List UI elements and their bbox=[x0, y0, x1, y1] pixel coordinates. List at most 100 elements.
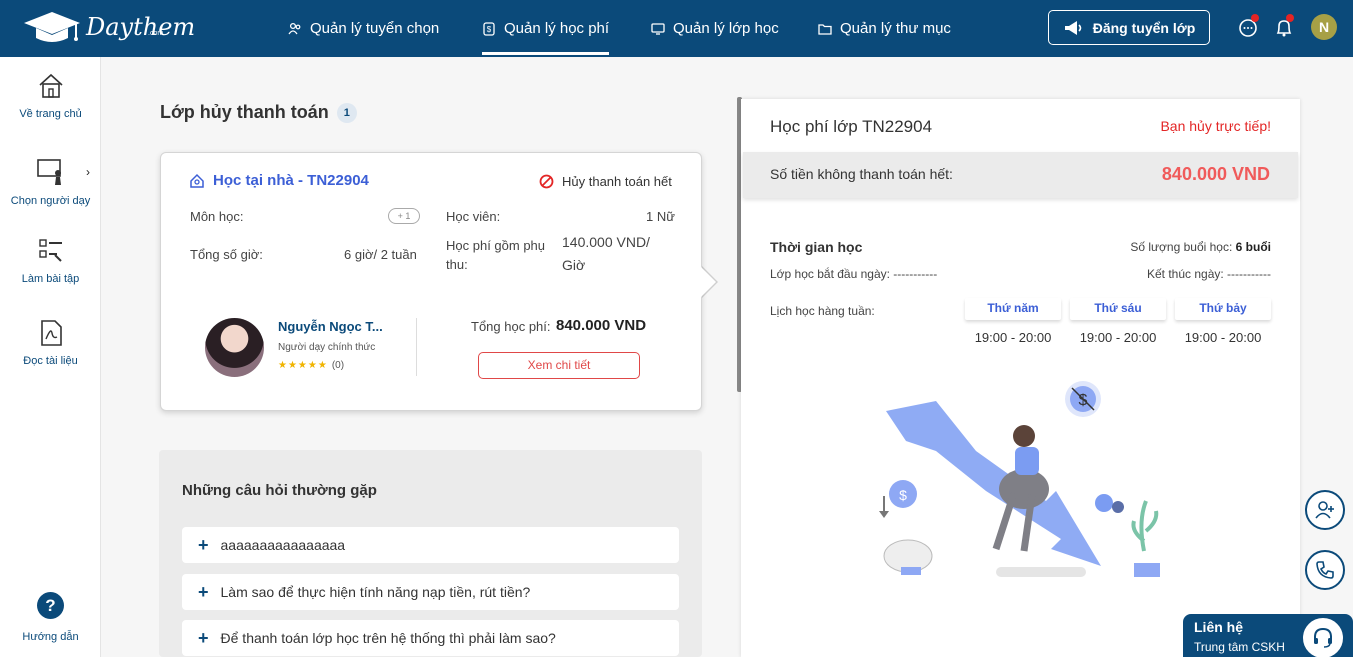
end-date: Kết thúc ngày: ----------- bbox=[1146, 267, 1271, 281]
sidebar: Về trang chủ Chọn người dạy › Làm bài tậ… bbox=[0, 57, 101, 657]
day-time: 19:00 - 20:00 bbox=[1184, 330, 1262, 345]
plus-icon: + bbox=[198, 627, 209, 648]
subject-more-badge[interactable]: + 1 bbox=[388, 208, 420, 224]
rating-count: (0) bbox=[331, 360, 345, 371]
sidebar-item-label: Đọc tài liệu bbox=[23, 355, 78, 367]
unpaid-value: 840.000 VND bbox=[1161, 164, 1270, 184]
sidebar-item-label: Hướng dẫn bbox=[22, 631, 79, 643]
post-class-button[interactable]: Đăng tuyển lớp bbox=[1048, 10, 1210, 45]
contact-support-widget[interactable]: Liên hệ Trung tâm CSKH bbox=[1183, 614, 1353, 657]
view-detail-button[interactable]: Xem chi tiết bbox=[478, 352, 640, 379]
pdf-icon bbox=[40, 320, 62, 346]
class-card-title-text: Học tại nhà - TN22904 bbox=[213, 172, 369, 189]
graduation-cap-icon bbox=[24, 12, 80, 42]
fee-label-2: thu: bbox=[446, 257, 468, 272]
home-location-icon bbox=[190, 173, 204, 188]
fee-value-2: Giờ bbox=[562, 257, 586, 273]
sidebar-item-homework[interactable]: Làm bài tập bbox=[0, 237, 101, 285]
sessions-info: Số lượng buổi học: 6 buổi bbox=[1130, 240, 1271, 254]
nav-label: Quản lý tuyển chọn bbox=[310, 20, 440, 37]
day-tab-saturday[interactable]: Thứ bảy bbox=[1175, 298, 1271, 320]
card-pointer bbox=[700, 266, 716, 298]
students-value: 1 Nữ bbox=[646, 209, 675, 224]
sessions-label: Số lượng buổi học: bbox=[1130, 240, 1233, 254]
svg-text:$: $ bbox=[1079, 392, 1088, 409]
total-fee-value: 840.000 VND bbox=[556, 317, 647, 334]
user-avatar[interactable]: N bbox=[1311, 14, 1337, 40]
fee-icon: $ bbox=[483, 21, 495, 36]
sessions-value: 6 buổi bbox=[1235, 240, 1271, 254]
sidebar-item-label: Làm bài tập bbox=[21, 273, 80, 285]
cancel-circle-icon bbox=[539, 174, 554, 189]
svg-text:$: $ bbox=[487, 25, 492, 34]
teacher-avatar[interactable] bbox=[205, 318, 264, 377]
unpaid-label: Số tiền không thanh toán hết: bbox=[770, 166, 953, 182]
sidebar-item-home[interactable]: Về trang chủ bbox=[0, 72, 101, 120]
nav-label: Quản lý lớp học bbox=[673, 20, 779, 37]
sidebar-expand-icon[interactable]: › bbox=[86, 165, 90, 179]
panel-title: Học phí lớp TN22904 bbox=[770, 117, 933, 136]
add-friend-button[interactable] bbox=[1305, 490, 1345, 530]
nav-folders[interactable]: Quản lý thư mục bbox=[818, 0, 951, 57]
headset-icon bbox=[1301, 616, 1345, 657]
add-user-icon bbox=[1315, 501, 1334, 519]
fee-label: Học phí gồm phụ bbox=[446, 238, 546, 253]
status-badge: Hủy thanh toán hết bbox=[539, 174, 672, 189]
chat-notification-dot bbox=[1251, 14, 1259, 22]
cancel-note: Bạn hủy trực tiếp! bbox=[1160, 118, 1271, 134]
faq-item[interactable]: + Để thanh toán lớp học trên hệ thống th… bbox=[182, 620, 679, 656]
hours-value: 6 giờ/ 2 tuần bbox=[344, 247, 417, 262]
nav-classes[interactable]: Quản lý lớp học bbox=[651, 0, 779, 57]
sidebar-item-documents[interactable]: Đọc tài liệu bbox=[0, 319, 101, 367]
status-text: Hủy thanh toán hết bbox=[562, 174, 672, 189]
fee-detail-panel: Học phí lớp TN22904 Bạn hủy trực tiếp! S… bbox=[741, 99, 1300, 657]
subject-label: Môn học: bbox=[190, 209, 244, 224]
sidebar-item-help[interactable]: ? Hướng dẫn bbox=[0, 592, 101, 643]
teacher-board-icon bbox=[36, 159, 61, 185]
users-icon bbox=[288, 22, 301, 34]
faq-item[interactable]: + Làm sao để thực hiện tính năng nạp tiề… bbox=[182, 574, 679, 610]
class-card-title[interactable]: Học tại nhà - TN22904 bbox=[189, 172, 369, 189]
day-tab-friday[interactable]: Thứ sáu bbox=[1070, 298, 1166, 320]
call-button[interactable] bbox=[1305, 550, 1345, 590]
monitor-icon bbox=[651, 22, 665, 35]
megaphone-icon bbox=[1064, 20, 1082, 35]
teacher-name[interactable]: Nguyễn Ngọc T... bbox=[278, 319, 383, 334]
checklist-icon bbox=[38, 239, 62, 262]
unpaid-amount-band: Số tiền không thanh toán hết: 840.000 VN… bbox=[743, 152, 1298, 198]
bell-notification-dot bbox=[1286, 14, 1294, 22]
money-loss-illustration: $ $ bbox=[879, 381, 1160, 577]
faq-title: Những câu hỏi thường gặp bbox=[182, 482, 377, 499]
faq-item[interactable]: + aaaaaaaaaaaaaaaa bbox=[182, 527, 679, 563]
students-label: Học viên: bbox=[446, 209, 501, 224]
nav-label: Quản lý học phí bbox=[504, 20, 610, 37]
day-tab-thursday[interactable]: Thứ năm bbox=[965, 298, 1061, 320]
hours-label: Tổng số giờ: bbox=[190, 247, 263, 262]
top-navbar: Daythem .com Quản lý tuyển chọn $ Quản l… bbox=[0, 0, 1353, 57]
section-title-text: Lớp hủy thanh toán bbox=[160, 102, 329, 122]
rating-stars: ★★★★★ (0) bbox=[278, 360, 344, 371]
faq-question: Để thanh toán lớp học trên hệ thống thì … bbox=[220, 630, 556, 646]
sidebar-item-label: Chọn người dạy bbox=[10, 195, 91, 207]
logo[interactable]: Daythem bbox=[22, 8, 195, 46]
logo-text: Daythem bbox=[86, 13, 196, 41]
nav-fee[interactable]: $ Quản lý học phí bbox=[482, 0, 610, 57]
plus-icon: + bbox=[198, 534, 209, 555]
class-card[interactable]: Học tại nhà - TN22904 Hủy thanh toán hết… bbox=[160, 152, 702, 411]
logo-sub: .com bbox=[148, 30, 164, 37]
help-icon: ? bbox=[37, 592, 64, 619]
day-time: 19:00 - 20:00 bbox=[974, 330, 1052, 345]
study-time-title: Thời gian học bbox=[770, 239, 863, 255]
nav-label: Quản lý thư mục bbox=[840, 20, 951, 37]
faq-section: Những câu hỏi thường gặp + aaaaaaaaaaaaa… bbox=[159, 450, 702, 657]
home-icon bbox=[38, 73, 63, 98]
nav-recruitment[interactable]: Quản lý tuyển chọn bbox=[288, 0, 439, 57]
divider bbox=[416, 318, 417, 376]
faq-question: Làm sao để thực hiện tính năng nạp tiền,… bbox=[220, 584, 531, 600]
contact-title: Liên hệ bbox=[1194, 619, 1244, 635]
section-title: Lớp hủy thanh toán 1 bbox=[160, 102, 357, 123]
teacher-role: Người dạy chính thức bbox=[278, 342, 376, 353]
sidebar-item-label: Về trang chủ bbox=[19, 108, 82, 120]
contact-subtitle: Trung tâm CSKH bbox=[1194, 640, 1285, 654]
count-badge: 1 bbox=[336, 102, 357, 123]
